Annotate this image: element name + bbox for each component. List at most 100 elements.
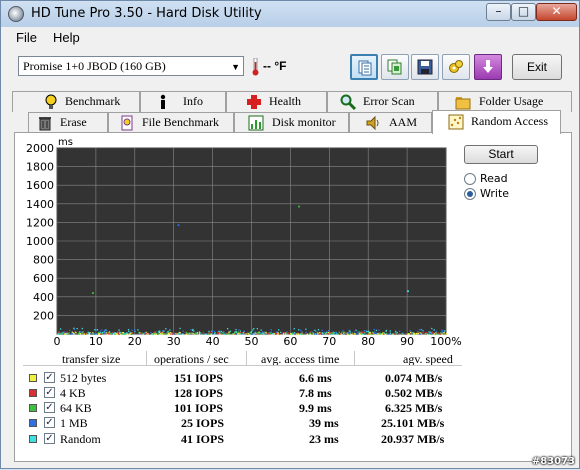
tab-label: Disk monitor [272, 115, 336, 129]
tab-label: Benchmark [65, 94, 121, 108]
series-color-swatch [29, 404, 37, 412]
download-button[interactable] [474, 54, 502, 80]
row-label: 64 KB [60, 401, 92, 415]
options-button[interactable] [442, 54, 470, 80]
row-access: 9.9 ms [299, 401, 332, 415]
title-bar[interactable]: HD Tune Pro 3.50 - Hard Disk Utility – □… [1, 1, 579, 28]
tab-label: Erase [60, 115, 87, 129]
app-window: HD Tune Pro 3.50 - Hard Disk Utility – □… [0, 0, 580, 469]
row-ops: 41 IOPS [181, 432, 225, 446]
bar-chart-icon [248, 115, 264, 131]
header-divider [354, 351, 355, 365]
row-access: 23 ms [309, 432, 339, 446]
exit-button[interactable]: Exit [512, 54, 562, 80]
series-color-swatch [29, 419, 37, 427]
row-access: 39 ms [309, 416, 339, 430]
tab-health[interactable]: Health [226, 91, 327, 112]
temperature-readout: -- °F [263, 59, 287, 73]
copy-screenshot-button[interactable] [381, 54, 409, 80]
options-icon [449, 60, 463, 73]
tab-label: File Benchmark [142, 115, 219, 129]
speaker-icon [366, 115, 379, 131]
tab-label: Info [183, 94, 203, 108]
row-speed: 6.325 MB/s [385, 401, 443, 415]
row-speed: 20.937 MB/s [381, 432, 445, 446]
row-checkbox[interactable]: ✓ [44, 417, 55, 428]
series-color-swatch [29, 435, 37, 443]
copy-text-icon [358, 60, 372, 76]
app-disk-icon [8, 6, 24, 22]
watermark-text: #83073 [531, 456, 575, 467]
trash-icon [39, 117, 51, 131]
row-ops: 101 IOPS [174, 401, 224, 415]
tab-disk-monitor[interactable]: Disk monitor [234, 112, 349, 133]
row-checkbox[interactable]: ✓ [44, 387, 55, 398]
row-ops: 25 IOPS [181, 416, 225, 430]
series-color-swatch [29, 389, 37, 397]
tab-file-benchmark[interactable]: File Benchmark [108, 112, 234, 133]
minimize-button[interactable]: – [486, 3, 511, 21]
save-icon [417, 59, 433, 75]
copy-screenshot-icon [387, 59, 402, 75]
download-icon [483, 60, 493, 73]
toolbar: Promise 1+0 JBOD (160 GB) ▼ -- °F Exit [1, 47, 579, 87]
tab-label: Random Access [471, 114, 548, 128]
result-row-random: ✓ Random 41 IOPS 23 ms 20.937 MB/s [1, 432, 471, 447]
read-radio[interactable] [464, 173, 476, 185]
result-row-1mb: ✓ 1 MB 25 IOPS 39 ms 25.101 MB/s [1, 416, 471, 431]
header-underline [23, 365, 462, 366]
drive-select[interactable]: Promise 1+0 JBOD (160 GB) ▼ [18, 56, 244, 76]
row-checkbox[interactable]: ✓ [44, 402, 55, 413]
maximize-button[interactable]: □ [511, 3, 536, 21]
row-label: Random [60, 432, 101, 446]
row-checkbox[interactable]: ✓ [44, 372, 55, 383]
health-cross-icon [247, 95, 261, 109]
tab-folder-usage[interactable]: Folder Usage [438, 91, 572, 112]
read-radio-label: Read [480, 172, 508, 185]
menu-file[interactable]: File [16, 30, 37, 45]
dropdown-arrow-icon[interactable]: ▼ [231, 58, 240, 76]
result-row-512b: ✓ 512 bytes 151 IOPS 6.6 ms 0.074 MB/s [1, 371, 471, 386]
tab-label: Folder Usage [479, 94, 544, 108]
save-button[interactable] [411, 54, 439, 80]
copy-text-button[interactable] [350, 54, 378, 80]
tab-label: AAM [389, 115, 418, 129]
folder-icon [455, 97, 471, 110]
thermometer-icon [252, 58, 259, 76]
row-checkbox[interactable]: ✓ [44, 433, 55, 444]
close-button[interactable]: ✕ [536, 3, 577, 21]
file-benchmark-icon [121, 115, 133, 131]
row-ops: 128 IOPS [174, 386, 224, 400]
row-speed: 0.074 MB/s [385, 371, 443, 385]
header-divider [246, 351, 247, 365]
row-ops: 151 IOPS [174, 371, 224, 385]
info-icon [160, 94, 166, 109]
header-divider [146, 351, 147, 365]
result-row-4kb: ✓ 4 KB 128 IOPS 7.8 ms 0.502 MB/s [1, 386, 471, 401]
row-access: 6.6 ms [299, 371, 332, 385]
lightbulb-icon [45, 94, 57, 109]
row-label: 4 KB [60, 386, 86, 400]
row-label: 1 MB [60, 416, 88, 430]
start-button[interactable]: Start [464, 145, 538, 164]
row-access: 7.8 ms [299, 386, 332, 400]
result-row-64kb: ✓ 64 KB 101 IOPS 9.9 ms 6.325 MB/s [1, 401, 471, 416]
random-access-icon [448, 114, 464, 130]
series-color-swatch [29, 374, 37, 382]
magnifier-icon [340, 94, 356, 110]
write-radio-label: Write [480, 187, 510, 200]
window-title: HD Tune Pro 3.50 - Hard Disk Utility [31, 6, 262, 21]
tab-erase[interactable]: Erase [28, 112, 108, 133]
row-speed: 25.101 MB/s [381, 416, 445, 430]
tab-aam[interactable]: AAM [349, 112, 432, 133]
tab-label: Health [269, 94, 301, 108]
drive-select-value: Promise 1+0 JBOD (160 GB) [23, 59, 166, 73]
row-label: 512 bytes [60, 371, 107, 385]
write-radio[interactable] [464, 188, 476, 200]
tab-error-scan[interactable]: Error Scan [327, 91, 438, 112]
tab-info[interactable]: Info [140, 91, 226, 112]
menu-help[interactable]: Help [53, 30, 80, 45]
tab-random-access[interactable]: Random Access [432, 110, 561, 134]
tab-benchmark[interactable]: Benchmark [12, 91, 140, 112]
row-speed: 0.502 MB/s [385, 386, 443, 400]
